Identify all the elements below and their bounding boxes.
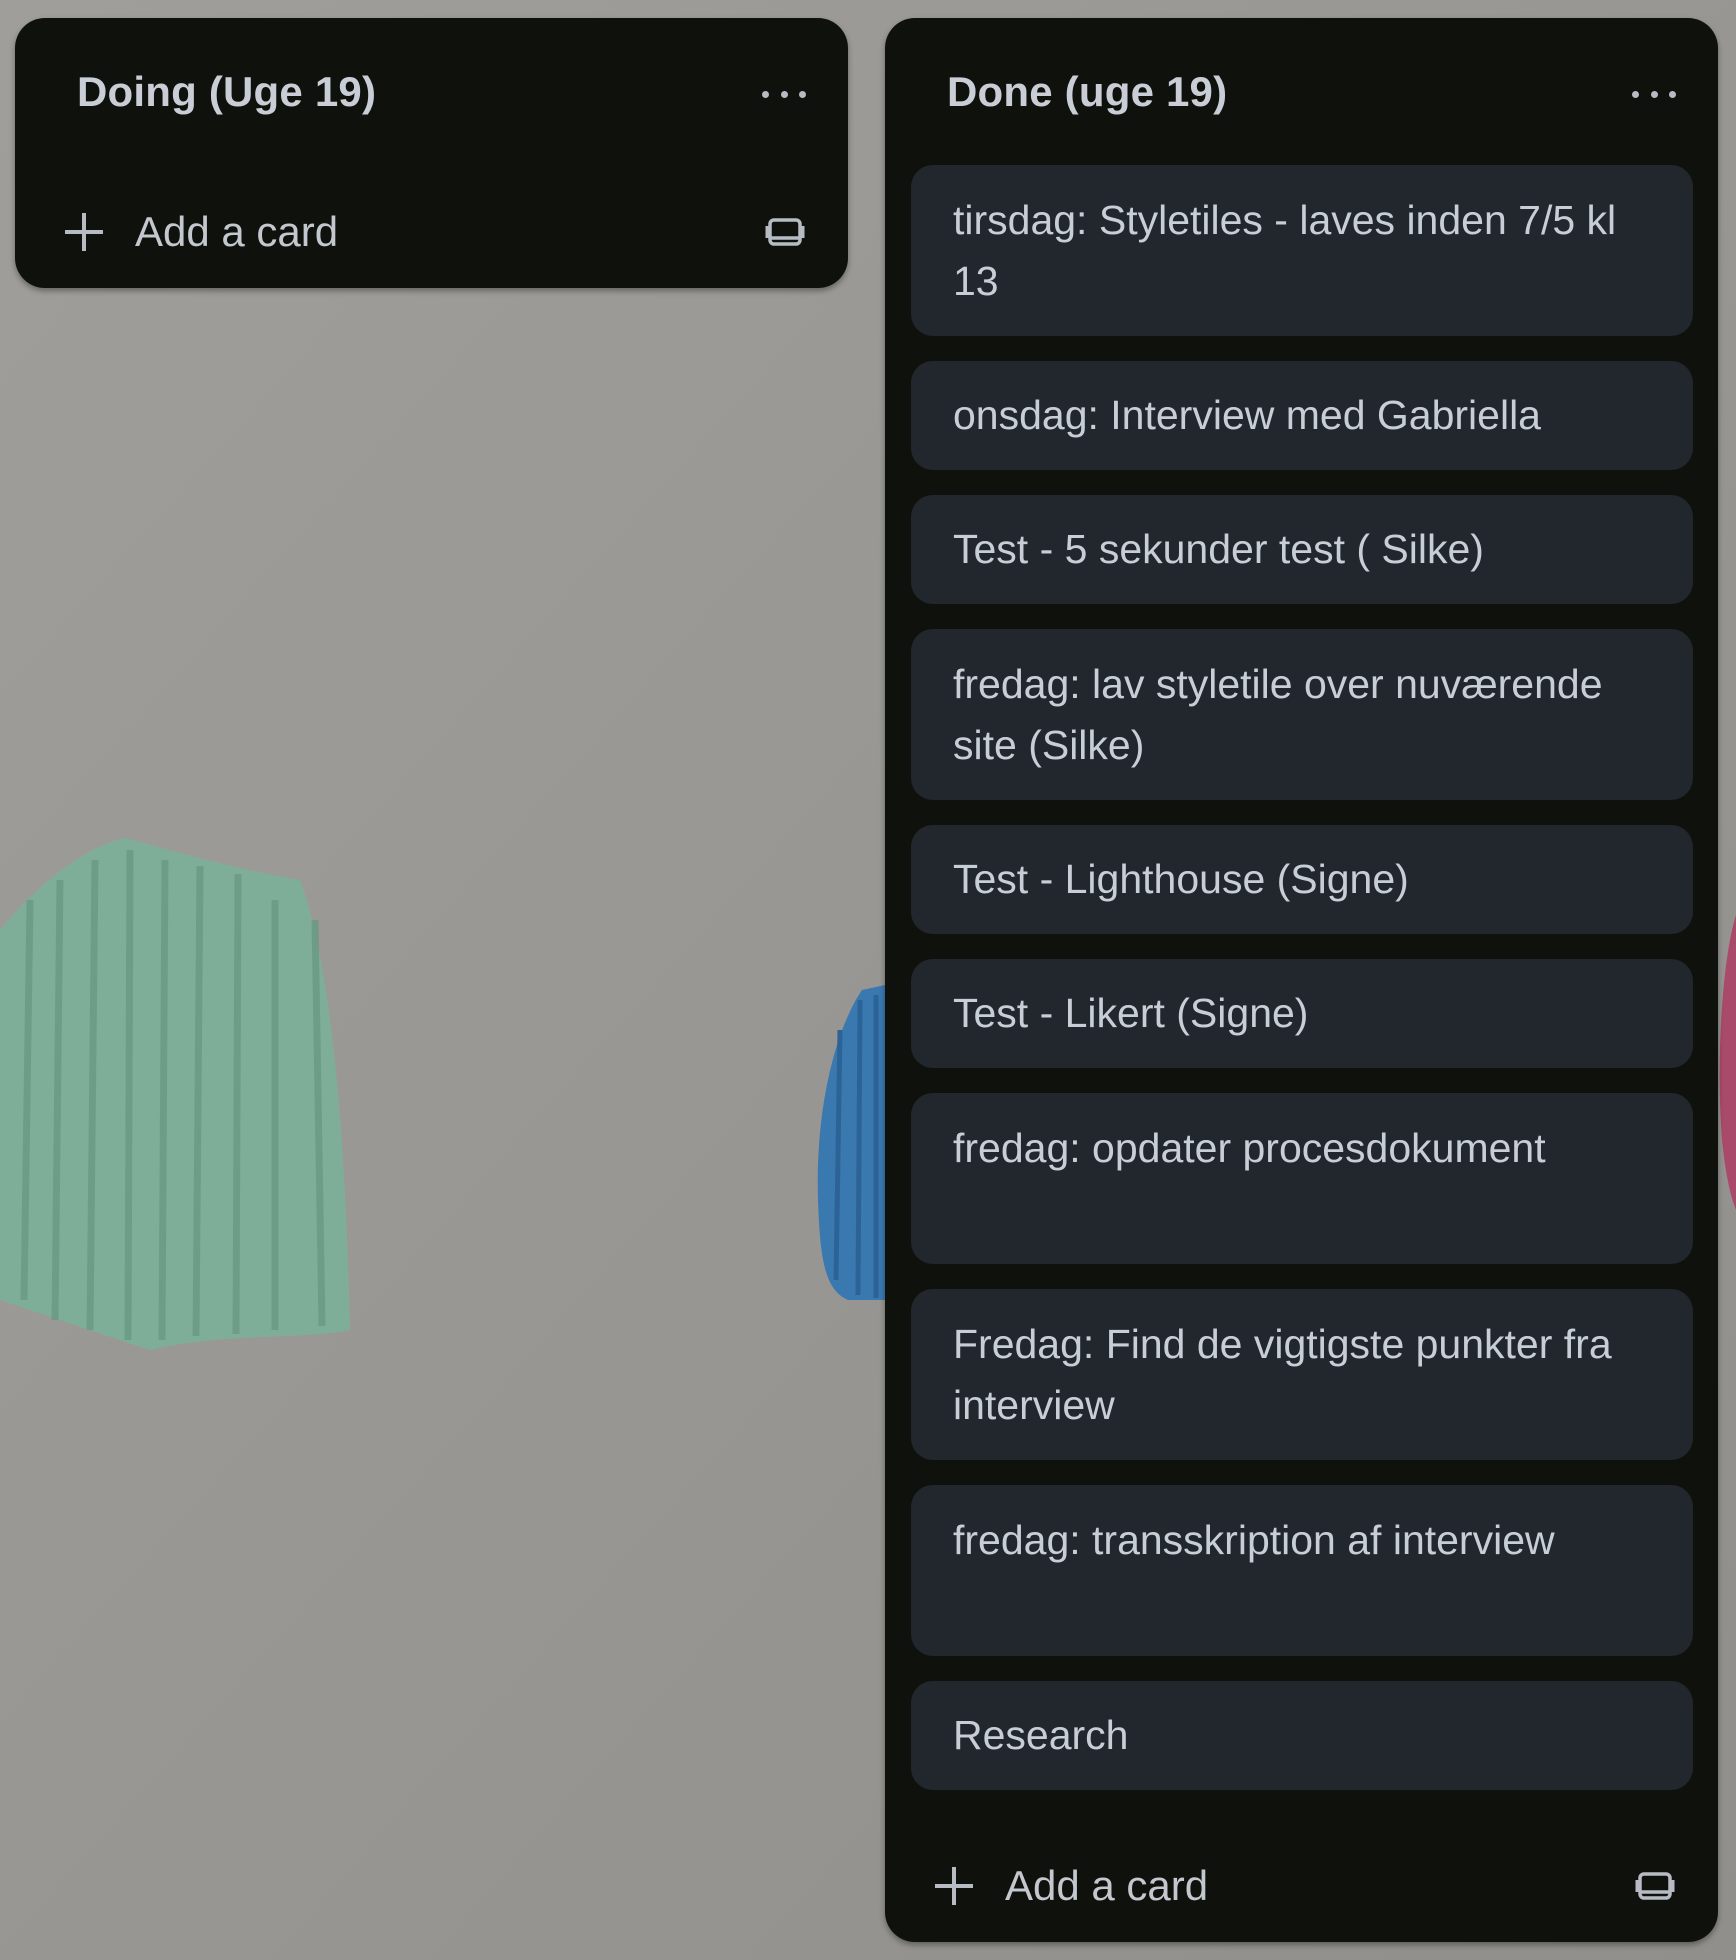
- card[interactable]: fredag: transskription af interview: [911, 1485, 1693, 1656]
- list-header: Doing (Uge 19): [15, 18, 848, 168]
- card-template-icon[interactable]: [1634, 1865, 1676, 1907]
- card[interactable]: Test - Likert (Signe): [911, 959, 1693, 1068]
- plus-icon: [935, 1867, 973, 1905]
- green-paint-stroke: [0, 838, 350, 1350]
- list-title[interactable]: Doing (Uge 19): [77, 68, 376, 116]
- card-list: tirsdag: Styletiles - laves inden 7/5 kl…: [911, 165, 1693, 1815]
- card-title: onsdag: Interview med Gabriella: [953, 392, 1541, 438]
- list-menu-button[interactable]: [1632, 80, 1676, 108]
- list-header: Done (uge 19): [885, 18, 1718, 168]
- card[interactable]: tirsdag: Styletiles - laves inden 7/5 kl…: [911, 165, 1693, 336]
- add-card-button[interactable]: Add a card: [65, 199, 806, 265]
- card-title: Fredag: Find de vigtigste punkter fra in…: [953, 1321, 1612, 1428]
- card-title: Test - 5 sekunder test ( Silke): [953, 526, 1484, 572]
- card-title: fredag: lav styletile over nuværende sit…: [953, 661, 1603, 768]
- list-menu-button[interactable]: [762, 80, 806, 108]
- card[interactable]: fredag: opdater procesdokument: [911, 1093, 1693, 1264]
- card-title: Test - Likert (Signe): [953, 990, 1309, 1036]
- card-title: tirsdag: Styletiles - laves inden 7/5 kl…: [953, 197, 1617, 304]
- list-title[interactable]: Done (uge 19): [947, 68, 1227, 116]
- add-card-label: Add a card: [135, 208, 339, 255]
- add-card-button[interactable]: Add a card: [935, 1853, 1676, 1919]
- card-title: Test - Lighthouse (Signe): [953, 856, 1409, 902]
- add-card-label: Add a card: [1005, 1862, 1209, 1909]
- plus-icon: [65, 213, 103, 251]
- card[interactable]: onsdag: Interview med Gabriella: [911, 361, 1693, 470]
- card-template-icon[interactable]: [764, 211, 806, 253]
- card[interactable]: Test - 5 sekunder test ( Silke): [911, 495, 1693, 604]
- card[interactable]: fredag: lav styletile over nuværende sit…: [911, 629, 1693, 800]
- card[interactable]: Research: [911, 1681, 1693, 1790]
- list-doing: Doing (Uge 19) Add a card: [15, 18, 848, 288]
- card-title: Research: [953, 1712, 1129, 1758]
- card-title: fredag: transskription af interview: [953, 1517, 1555, 1563]
- card[interactable]: Test - Lighthouse (Signe): [911, 825, 1693, 934]
- list-done: Done (uge 19) tirsdag: Styletiles - lave…: [885, 18, 1718, 1942]
- ellipsis-icon: [762, 90, 769, 98]
- card[interactable]: Fredag: Find de vigtigste punkter fra in…: [911, 1289, 1693, 1460]
- ellipsis-icon: [1632, 90, 1639, 98]
- card-title: fredag: opdater procesdokument: [953, 1125, 1546, 1171]
